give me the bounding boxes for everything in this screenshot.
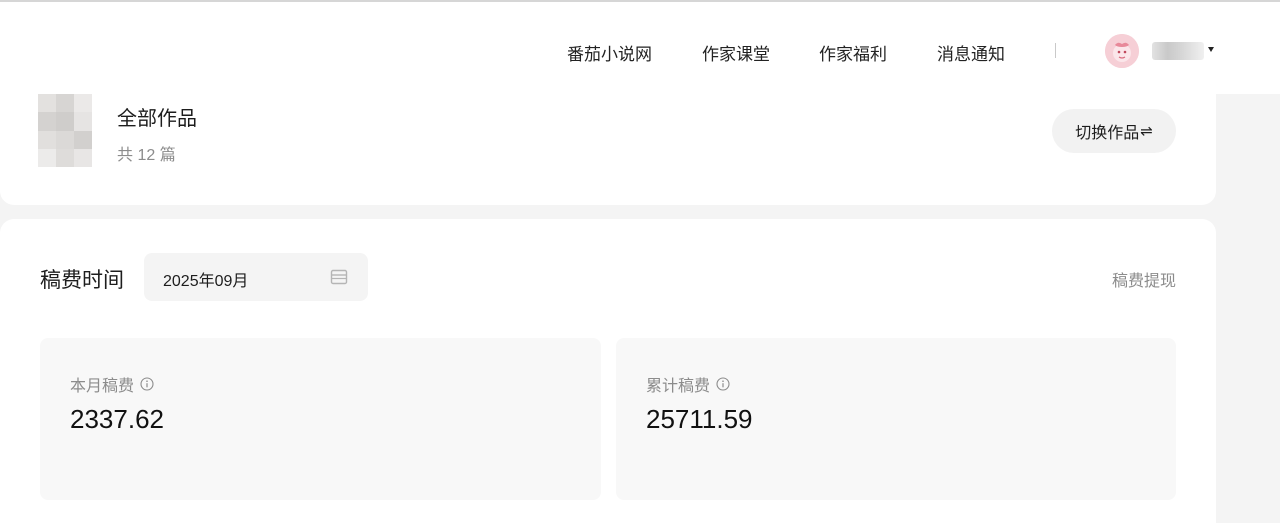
switch-work-button[interactable]: 切换作品 ⇌ bbox=[1052, 109, 1176, 153]
nav-link-writer-class[interactable]: 作家课堂 bbox=[702, 40, 770, 65]
total-royalty-label: 累计稿费 bbox=[646, 378, 711, 395]
royalty-card: 稿费时间 2025年09月 稿费提现 本月稿费 2337.62 累计稿费 257… bbox=[0, 219, 1216, 523]
avatar[interactable] bbox=[1105, 34, 1139, 68]
total-royalty-label-row: 累计稿费 bbox=[646, 372, 730, 396]
swap-arrows-icon: ⇌ bbox=[1140, 123, 1153, 140]
avatar-image-icon bbox=[1105, 34, 1139, 68]
total-royalty-value: 25711.59 bbox=[646, 404, 753, 434]
total-royalty-card: 累计稿费 25711.59 bbox=[616, 338, 1176, 500]
nav-link-notifications[interactable]: 消息通知 bbox=[937, 40, 1005, 65]
nav-link-fanqie-novel[interactable]: 番茄小说网 bbox=[567, 40, 652, 65]
royalty-time-label: 稿费时间 bbox=[40, 269, 124, 292]
monthly-royalty-label-row: 本月稿费 bbox=[70, 372, 154, 396]
top-nav: 番茄小说网 作家课堂 作家福利 消息通知 bbox=[0, 0, 1280, 94]
nav-link-writer-benefits[interactable]: 作家福利 bbox=[819, 40, 887, 65]
switch-work-label: 切换作品 bbox=[1075, 125, 1140, 142]
book-cover-blurred bbox=[38, 94, 92, 167]
works-count: 共 12 篇 bbox=[117, 147, 176, 164]
month-picker[interactable]: 2025年09月 bbox=[144, 253, 368, 301]
chevron-down-icon[interactable] bbox=[1208, 47, 1214, 52]
monthly-royalty-value: 2337.62 bbox=[70, 404, 164, 434]
username-blurred[interactable] bbox=[1152, 42, 1204, 60]
monthly-royalty-label: 本月稿费 bbox=[70, 378, 135, 395]
page: 番茄小说网 作家课堂 作家福利 消息通知 全部作品 共 12 篇 切换作品⇌ bbox=[0, 0, 1280, 523]
month-value: 2025年09月 bbox=[163, 273, 249, 290]
info-icon[interactable] bbox=[716, 377, 730, 391]
info-icon[interactable] bbox=[140, 377, 154, 391]
calendar-icon bbox=[330, 269, 348, 285]
works-title: 全部作品 bbox=[117, 108, 197, 130]
works-card: 全部作品 共 12 篇 切换作品 ⇌ bbox=[0, 94, 1216, 205]
nav-divider bbox=[1055, 43, 1056, 58]
withdraw-link[interactable]: 稿费提现 bbox=[1112, 267, 1176, 291]
monthly-royalty-card: 本月稿费 2337.62 bbox=[40, 338, 601, 500]
